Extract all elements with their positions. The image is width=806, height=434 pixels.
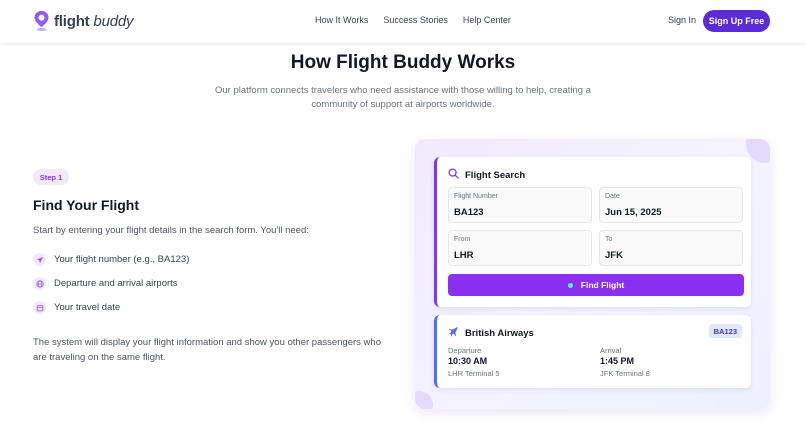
field-label: Date: [605, 193, 620, 200]
search-icon: [448, 168, 465, 182]
arrival-info: Arrival 1:45 PM JFK Terminal 8: [600, 346, 650, 378]
search-card-header: Flight Search: [448, 168, 525, 182]
logo[interactable]: flight buddy: [33, 10, 133, 32]
field-value: BA123: [454, 207, 484, 218]
field-label: Flight Number: [454, 193, 498, 200]
arrival-terminal: JFK Terminal 8: [600, 369, 650, 378]
decorative-circle: [415, 391, 433, 409]
logo-pin-icon: [33, 10, 50, 32]
logo-text: flight buddy: [54, 12, 134, 30]
requirement-item: Departure and arrival airports: [33, 277, 178, 290]
flight-search-card: Flight Search Flight Number BA123 Date J…: [434, 157, 751, 307]
field-value: JFK: [605, 250, 623, 261]
flight-code-badge: BA123: [708, 324, 742, 338]
departure-terminal: LHR Terminal 5: [448, 369, 500, 378]
field-value: Jun 15, 2025: [605, 207, 662, 218]
find-flight-button[interactable]: Find Flight: [448, 274, 744, 296]
plane-icon: [33, 253, 46, 266]
to-field[interactable]: To JFK: [599, 230, 743, 266]
requirement-text: Your flight number (e.g., BA123): [54, 254, 190, 265]
step-description: Start by entering your flight details in…: [33, 225, 309, 236]
nav-link-success-stories[interactable]: Success Stories: [383, 15, 448, 25]
top-navbar: flight buddy How It Works Success Storie…: [0, 0, 806, 43]
flight-number-field[interactable]: Flight Number BA123: [448, 187, 592, 223]
page-subtitle: Our platform connects travelers who need…: [215, 85, 591, 110]
flight-result-card[interactable]: British Airways BA123 Departure 10:30 AM…: [434, 315, 751, 388]
loading-dot-icon: [567, 282, 573, 288]
find-flight-label: Find Flight: [580, 280, 625, 290]
field-value: LHR: [454, 250, 474, 261]
requirement-text: Your travel date: [54, 302, 121, 313]
departure-info: Departure 10:30 AM LHR Terminal 5: [448, 346, 500, 378]
field-label: From: [454, 236, 471, 243]
airplane-icon: [448, 326, 465, 340]
step-title: Find Your Flight: [33, 197, 140, 213]
requirement-item: Your travel date: [33, 301, 120, 314]
sign-in-link[interactable]: Sign In: [668, 15, 696, 25]
step-badge: Step 1: [33, 169, 69, 185]
departure-time: 10:30 AM: [448, 356, 488, 366]
search-card-title: Flight Search: [465, 169, 526, 181]
arrival-time: 1:45 PM: [600, 356, 635, 366]
field-label: To: [605, 236, 613, 243]
date-field[interactable]: Date Jun 15, 2025: [599, 187, 743, 223]
arrival-label: Arrival: [600, 346, 622, 355]
requirement-item: Your flight number (e.g., BA123): [33, 253, 189, 266]
sign-up-button[interactable]: Sign Up Free: [703, 10, 770, 32]
nav-link-how-it-works[interactable]: How It Works: [315, 15, 368, 25]
flight-card-header: British Airways: [448, 326, 534, 340]
step-footer-text: The system will display your flight info…: [33, 337, 381, 363]
departure-label: Departure: [448, 346, 482, 355]
from-field[interactable]: From LHR: [448, 230, 592, 266]
nav-link-help-center[interactable]: Help Center: [463, 15, 511, 25]
page-title: How Flight Buddy Works: [290, 52, 516, 73]
requirement-text: Departure and arrival airports: [54, 278, 178, 289]
airline-name: British Airways: [465, 327, 534, 339]
calendar-icon: [33, 301, 46, 314]
nav-links: How It Works Success Stories Help Center: [315, 15, 526, 25]
globe-icon: [33, 277, 46, 290]
